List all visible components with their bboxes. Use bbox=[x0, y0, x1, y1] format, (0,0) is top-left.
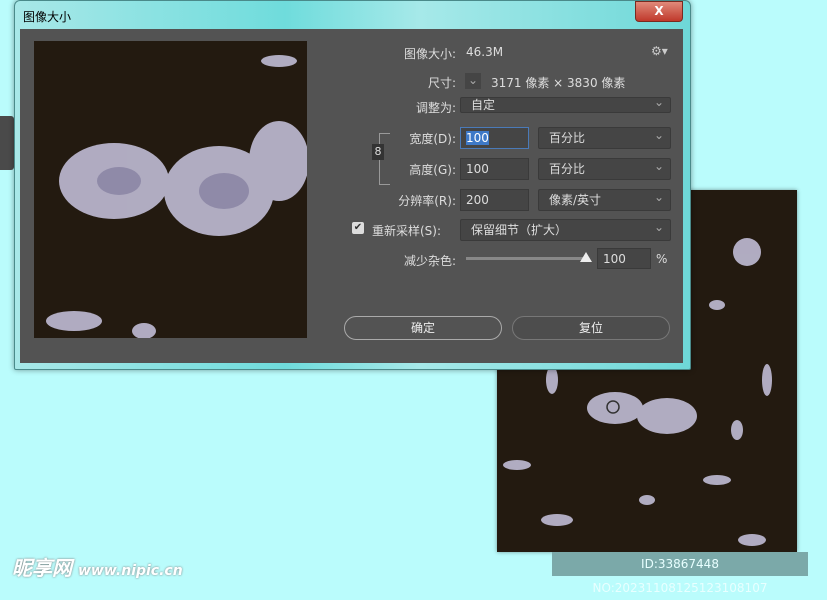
noise-input[interactable]: 100 bbox=[597, 248, 651, 269]
resample-checkbox[interactable]: ✔ bbox=[352, 222, 364, 234]
height-label: 高度(G): bbox=[409, 163, 456, 177]
resample-method-select[interactable]: 保留细节（扩大） bbox=[460, 217, 671, 241]
reset-button[interactable]: 复位 bbox=[512, 316, 670, 340]
dimensions-unit-dropdown[interactable]: ⌄ bbox=[465, 73, 481, 89]
width-input[interactable]: 100 bbox=[460, 127, 529, 149]
image-size-label: 图像大小: bbox=[403, 47, 456, 61]
resolution-input[interactable]: 200 bbox=[460, 189, 529, 211]
close-button[interactable]: X bbox=[635, 1, 683, 22]
gear-icon[interactable]: ⚙▾ bbox=[651, 44, 668, 58]
image-size-value: 46.3M bbox=[466, 45, 504, 59]
resample-label: 重新采样(S): bbox=[372, 224, 442, 238]
height-input[interactable]: 100 bbox=[460, 158, 529, 180]
image-preview[interactable] bbox=[34, 41, 309, 339]
watermark-logo: 昵享网 www.nipic.cn bbox=[12, 552, 183, 581]
dialog-title: 图像大小 bbox=[23, 10, 72, 24]
fit-to-label: 调整为: bbox=[415, 101, 456, 115]
noise-label: 减少杂色: bbox=[403, 254, 456, 268]
noise-unit: % bbox=[656, 252, 668, 266]
height-unit-select[interactable]: 百分比 bbox=[538, 156, 671, 180]
image-size-dialog: 图像大小 X 图像大小: 46.3M ⚙▾ 尺寸: ⌄ 3171 像素 × 38… bbox=[14, 0, 691, 370]
noise-slider-handle[interactable] bbox=[580, 252, 592, 262]
dimensions-label: 尺寸: bbox=[427, 76, 456, 90]
noise-slider-track[interactable] bbox=[466, 257, 586, 260]
watermark-site: www.nipic.cn bbox=[78, 563, 183, 579]
resolution-unit-select[interactable]: 像素/英寸 bbox=[538, 187, 671, 211]
watermark-logo-text: 昵享网 bbox=[12, 556, 72, 580]
width-label: 宽度(D): bbox=[409, 132, 456, 146]
dialog-panel: 图像大小: 46.3M ⚙▾ 尺寸: ⌄ 3171 像素 × 3830 像素 调… bbox=[20, 29, 683, 363]
dimensions-value: 3171 像素 × 3830 像素 bbox=[491, 76, 626, 90]
watermark-id: ID:33867448 NO:20231108125123108107 bbox=[552, 552, 808, 595]
fit-to-select[interactable]: 自定 bbox=[460, 95, 671, 113]
width-value: 100 bbox=[466, 131, 489, 145]
resolution-label: 分辨率(R): bbox=[398, 194, 456, 208]
width-unit-select[interactable]: 百分比 bbox=[538, 125, 671, 149]
flower-preview-image bbox=[46, 55, 309, 339]
ok-button[interactable]: 确定 bbox=[344, 316, 502, 340]
side-panel-tab[interactable] bbox=[0, 116, 14, 170]
